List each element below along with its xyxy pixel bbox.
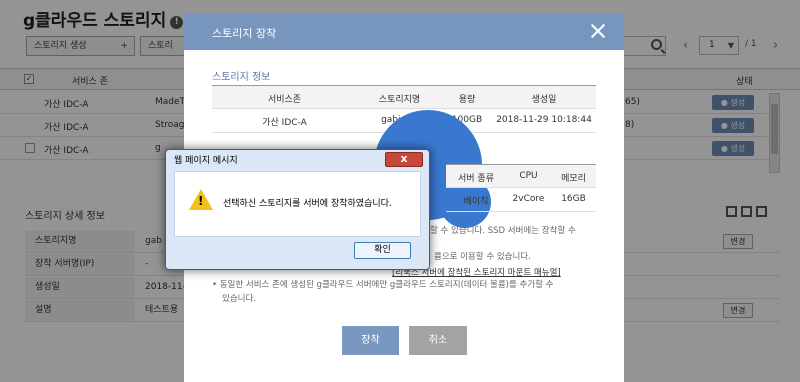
table-header: 서버 종류 CPU 메모리 [446,165,596,188]
dialog-title: 웹 페이지 메시지 [174,156,238,166]
column-header: 용량 [458,95,476,105]
table-cell: 16GB [561,194,586,204]
column-header: 서버 종류 [458,174,494,184]
warning-icon-mark: ! [198,194,204,208]
cancel-button[interactable]: 취소 [409,326,467,355]
web-page-message-dialog: 웹 페이지 메시지 x ! 선택하신 스토리지를 서버에 장착하였습니다. 확인 [165,149,430,270]
dialog-body: ! 선택하신 스토리지를 서버에 장착하였습니다. [174,171,421,237]
modal-header: 스토리지 장착 [184,14,624,50]
column-header: CPU [519,171,538,181]
server-info-table: 서버 종류 CPU 메모리 베이직 2vCore 16GB [446,164,596,212]
storage-info-title: 스토리지 정보 [212,72,271,83]
table-row[interactable]: 베이직 2vCore 16GB [446,188,596,212]
table-cell: 베이직 [463,197,489,207]
note-line: 륨으로 이용할 수 있습니다. [434,252,531,262]
table-header: 서비스존 스토리지명 용량 생성일 [212,86,596,109]
column-header: 생성일 [531,95,557,105]
column-header: 서비스존 [267,95,302,105]
table-cell: 2vCore [512,194,545,204]
dialog-message: 선택하신 스토리지를 서버에 장착하였습니다. [223,199,392,209]
modal-title: 스토리지 장착 [212,27,277,40]
note-line: 있습니다. [222,294,256,304]
table-cell: 2018-11-29 10:18:44 [496,115,592,125]
note-line: • 동일한 서비스 존에 생성된 g클라우드 서버에만 g클라우드 스토리지(데… [212,280,554,290]
ok-button[interactable]: 확인 [354,242,411,259]
table-cell: 가산 IDC-A [262,118,307,128]
column-header: 스토리지명 [378,95,421,105]
note-line: 할 수 있습니다. SSD 서버에는 장착할 수 [430,226,576,236]
close-icon[interactable] [590,23,606,39]
column-header: 메모리 [561,174,586,184]
mount-button[interactable]: 장착 [342,326,399,355]
close-icon[interactable]: x [385,152,423,167]
